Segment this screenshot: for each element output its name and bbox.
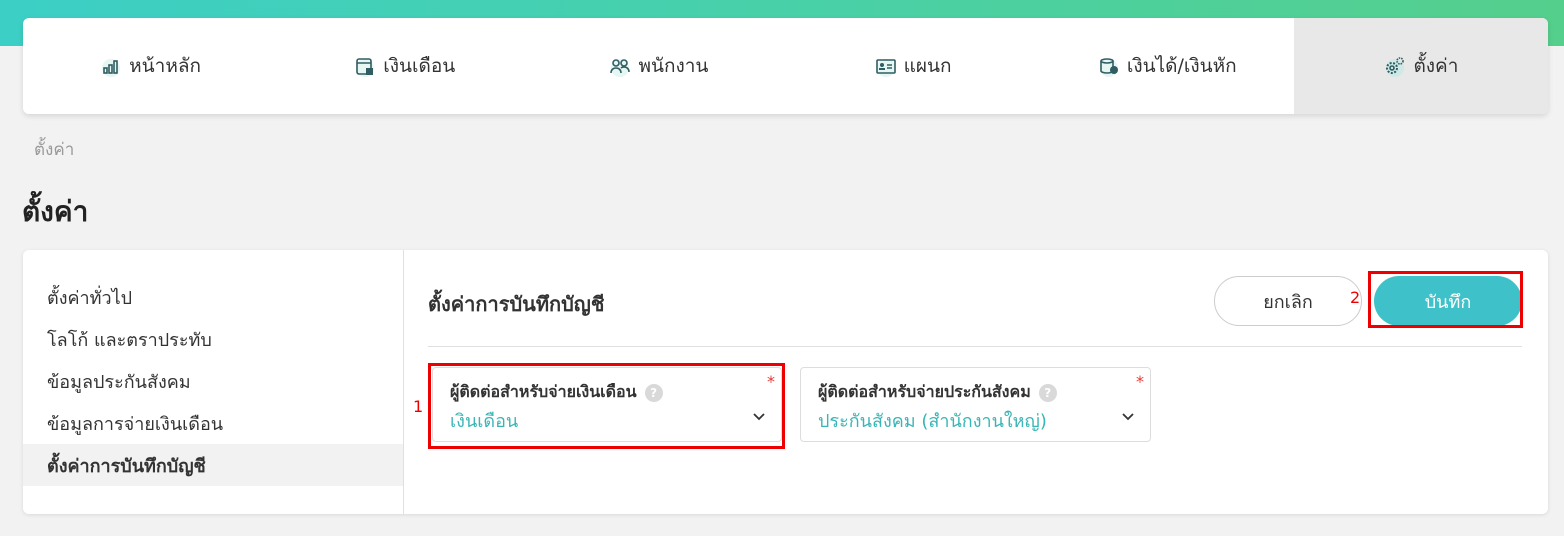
field-label: ผู้ติดต่อสำหรับจ่ายประกันสังคม ? <box>818 380 1057 405</box>
field-label: ผู้ติดต่อสำหรับจ่ายเงินเดือน ? <box>450 380 663 405</box>
nav-item-department[interactable]: แผนก <box>786 18 1040 114</box>
help-icon[interactable]: ? <box>644 383 663 402</box>
nav-item-label: ตั้งค่า <box>1413 55 1459 77</box>
nav-item-home[interactable]: หน้าหลัก <box>23 18 277 114</box>
settings-main: ตั้งค่าการบันทึกบัญชี ยกเลิก บันทึก 2 ผู… <box>404 250 1548 514</box>
field-label-text: ผู้ติดต่อสำหรับจ่ายประกันสังคม <box>818 382 1031 401</box>
divider <box>428 346 1522 347</box>
id-card-icon <box>875 59 896 77</box>
bar-chart-icon <box>102 59 121 77</box>
required-marker: * <box>1136 372 1144 391</box>
sidebar-item-social-security[interactable]: ข้อมูลประกันสังคม <box>23 360 403 402</box>
select-value: ประกันสังคม (สำนักงานใหญ่) <box>818 411 1047 432</box>
cancel-button[interactable]: ยกเลิก <box>1214 276 1362 326</box>
sidebar-item-accounting[interactable]: ตั้งค่าการบันทึกบัญชี <box>23 444 403 486</box>
section-title: ตั้งค่าการบันทึกบัญชี <box>428 292 605 316</box>
nav-item-income-deduction[interactable]: เงินได้/เงินหัก <box>1040 18 1294 114</box>
top-nav: หน้าหลัก เงินเดือน พนักงาน แผนก เงินได้/… <box>23 18 1548 114</box>
salary-contact-select[interactable]: ผู้ติดต่อสำหรับจ่ายเงินเดือน ? * เงินเดื… <box>432 367 782 442</box>
settings-card: ตั้งค่าทั่วไป โลโก้ และตราประทับ ข้อมูลป… <box>23 250 1548 514</box>
annotation-number-2: 2 <box>1350 288 1361 307</box>
nav-item-label: พนักงาน <box>638 55 709 77</box>
nav-item-label: หน้าหลัก <box>129 55 202 77</box>
users-icon <box>610 59 631 77</box>
sidebar-item-salary-payment[interactable]: ข้อมูลการจ่ายเงินเดือน <box>23 402 403 444</box>
nav-item-settings[interactable]: ตั้งค่า <box>1293 18 1548 114</box>
chevron-down-icon <box>753 413 765 421</box>
page-title: ตั้งค่า <box>22 195 89 228</box>
select-value: เงินเดือน <box>450 411 519 432</box>
breadcrumb[interactable]: ตั้งค่า <box>34 136 74 163</box>
field-label-text: ผู้ติดต่อสำหรับจ่ายเงินเดือน <box>450 382 637 401</box>
chevron-down-icon <box>1122 413 1134 421</box>
required-marker: * <box>767 372 775 391</box>
nav-item-label: เงินเดือน <box>383 55 456 77</box>
nav-item-label: เงินได้/เงินหัก <box>1126 55 1237 77</box>
sidebar-item-logo-stamp[interactable]: โลโก้ และตราประทับ <box>23 318 403 360</box>
sidebar-item-general[interactable]: ตั้งค่าทั่วไป <box>23 276 403 318</box>
money-icon <box>1099 58 1118 77</box>
nav-item-salary[interactable]: เงินเดือน <box>277 18 531 114</box>
nav-item-employees[interactable]: พนักงาน <box>531 18 785 114</box>
save-button[interactable]: บันทึก <box>1374 276 1522 326</box>
social-security-contact-select[interactable]: ผู้ติดต่อสำหรับจ่ายประกันสังคม ? * ประกั… <box>800 367 1151 442</box>
help-icon[interactable]: ? <box>1038 383 1057 402</box>
nav-item-label: แผนก <box>903 55 952 77</box>
settings-sidebar: ตั้งค่าทั่วไป โลโก้ และตราประทับ ข้อมูลป… <box>23 250 404 514</box>
gear-icon <box>1386 57 1405 77</box>
calendar-icon <box>356 58 375 77</box>
annotation-number-1: 1 <box>413 397 424 416</box>
